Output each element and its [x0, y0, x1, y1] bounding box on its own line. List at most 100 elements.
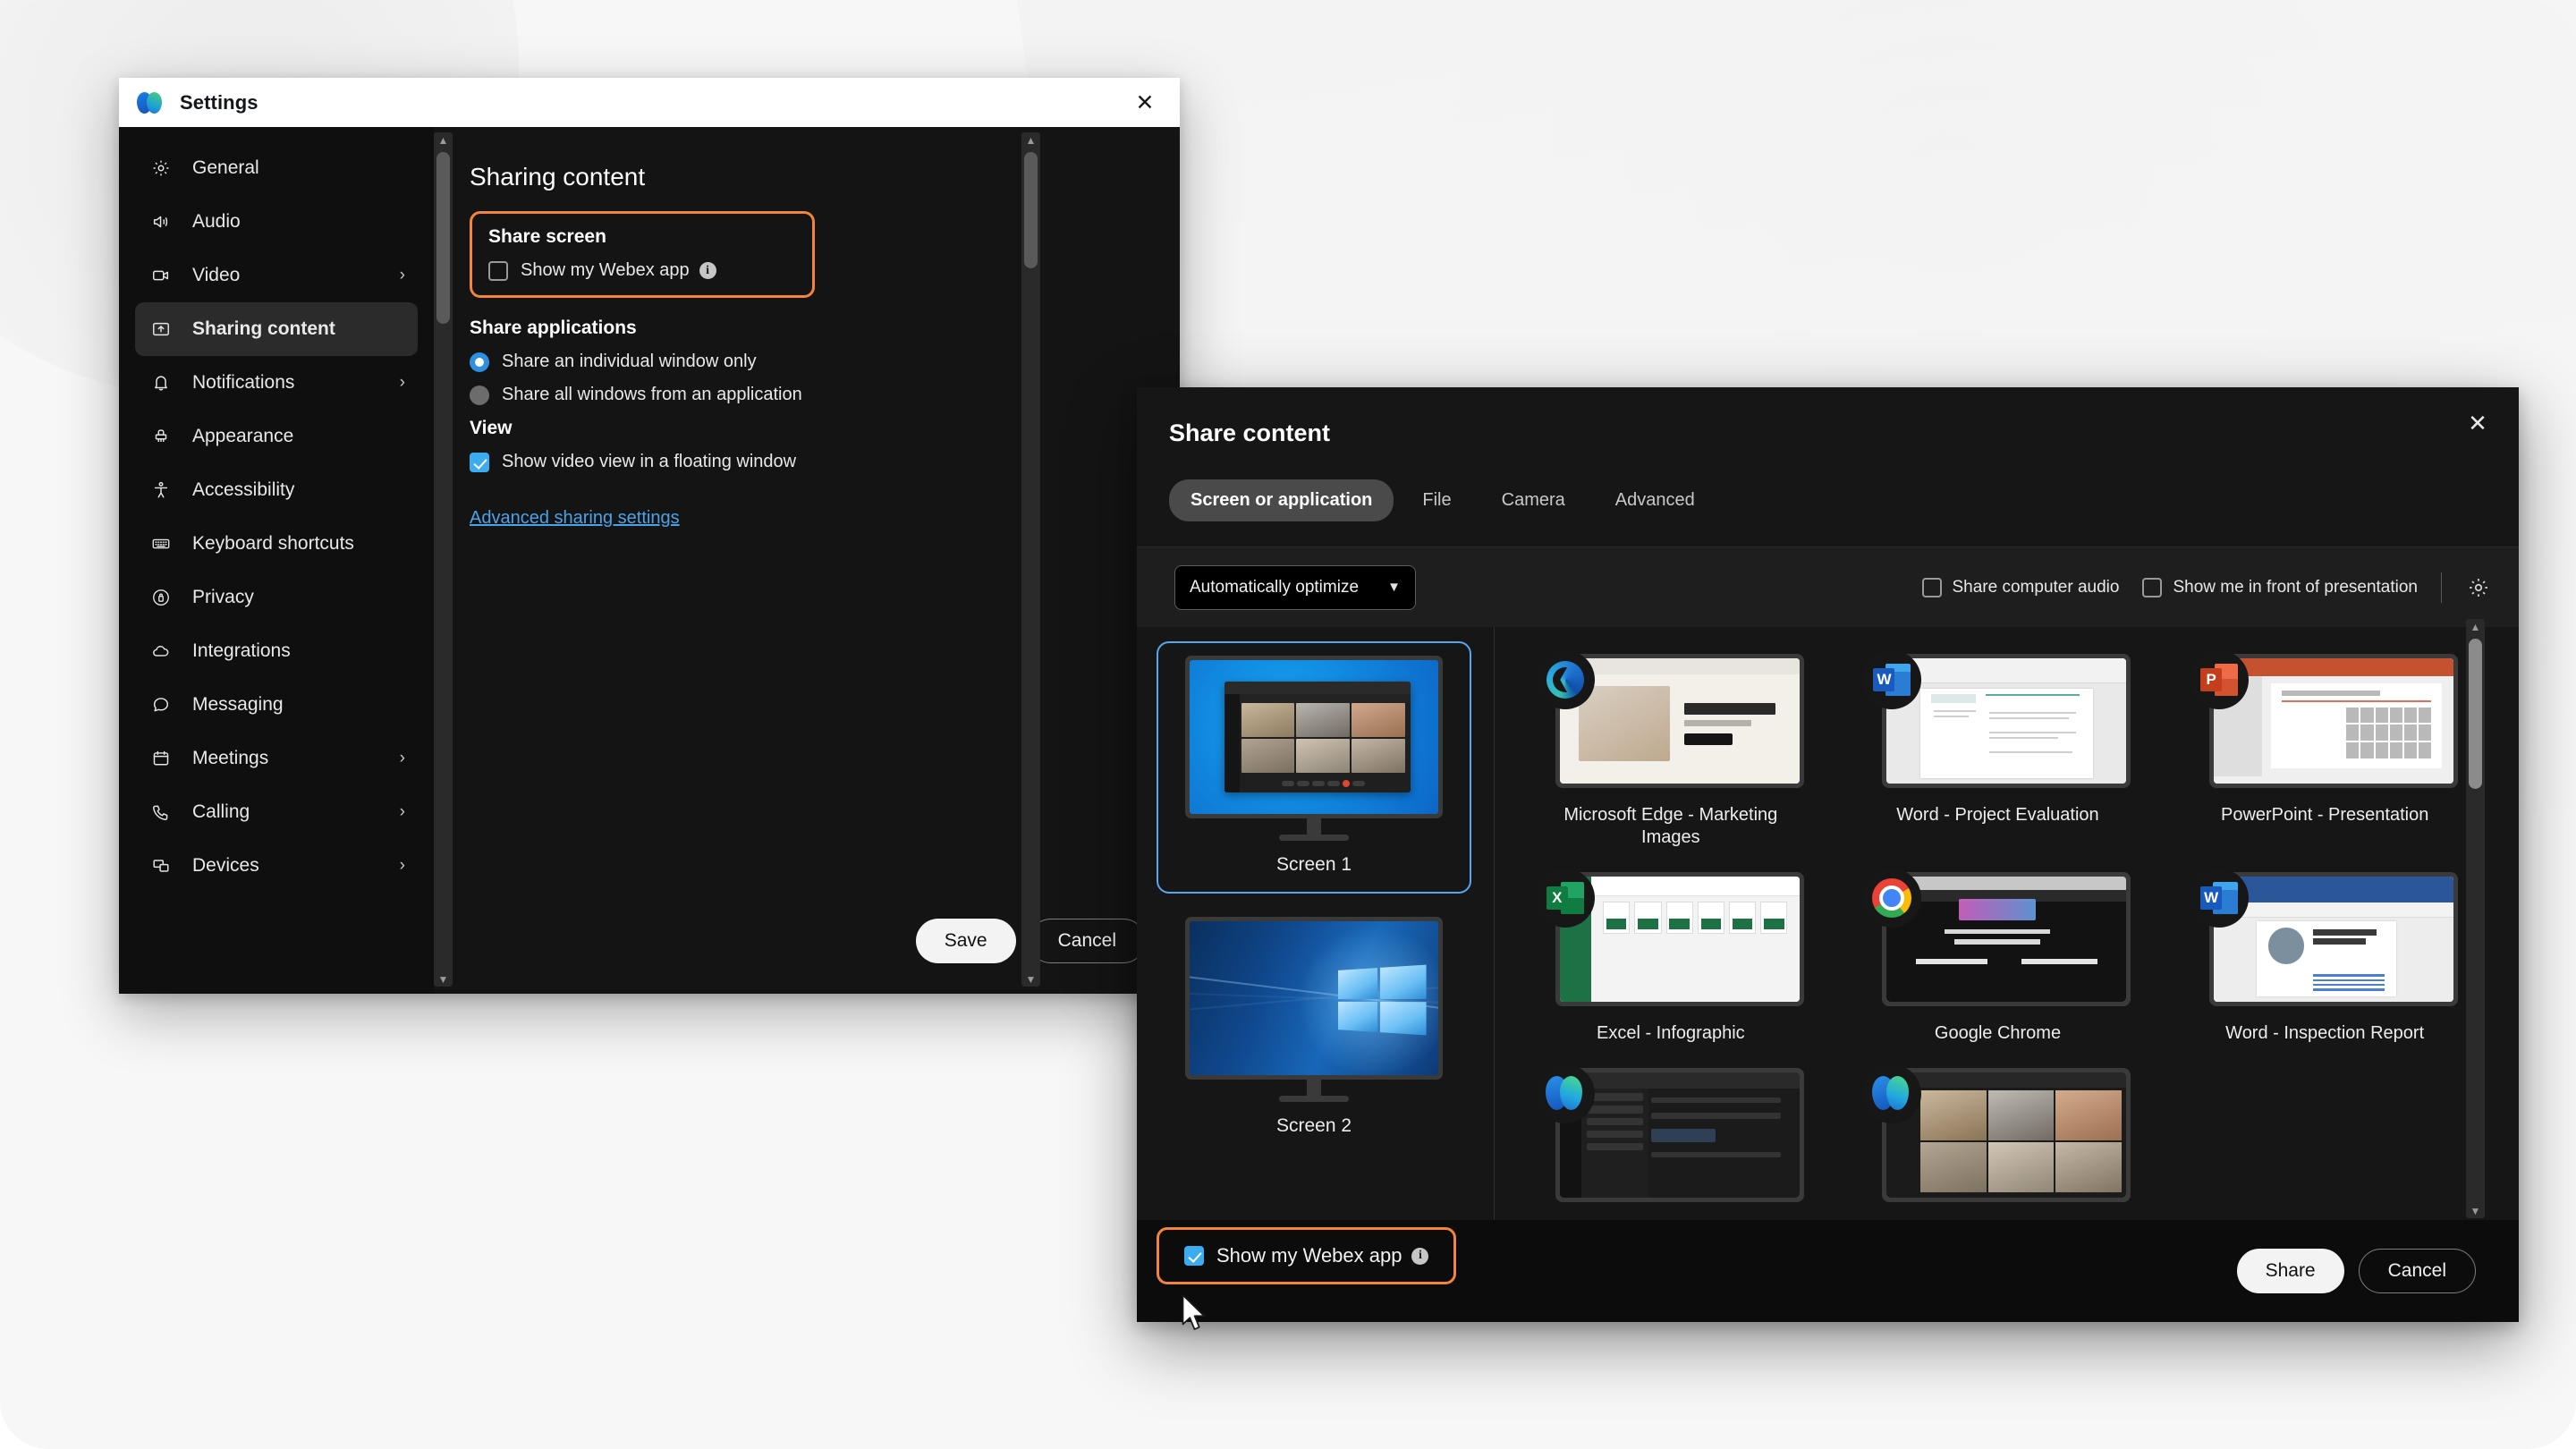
cancel-button[interactable]: Cancel	[2358, 1249, 2476, 1293]
radio-share-all-windows[interactable]: Share all windows from an application	[470, 385, 1180, 405]
paintbrush-icon	[148, 427, 174, 446]
share-computer-audio-checkbox[interactable]	[1921, 577, 1942, 597]
scrollbar-thumb[interactable]	[436, 152, 450, 324]
sidebar-item-label: General	[192, 157, 259, 178]
share-button[interactable]: Share	[2236, 1249, 2344, 1293]
show-my-webex-app-highlight-box: Show my Webex app i	[1157, 1227, 1457, 1284]
chevron-right-icon: ›	[399, 749, 405, 767]
show-my-webex-app-checkbox[interactable]	[1184, 1246, 1204, 1266]
app-option-label: PowerPoint - Presentation	[2220, 805, 2429, 825]
screen-option-1[interactable]: Screen 1	[1157, 641, 1471, 894]
sidebar-item-appearance[interactable]: Appearance	[135, 410, 418, 463]
gear-icon[interactable]	[2465, 574, 2492, 601]
word-icon: W	[2190, 869, 2250, 928]
floating-window-checkbox-row[interactable]: Show video view in a floating window	[470, 452, 1180, 472]
app-option-webex-messaging[interactable]	[1518, 1054, 1824, 1220]
show-my-webex-app-checkbox[interactable]	[488, 260, 508, 281]
show-my-webex-app-label: Show my Webex app	[521, 260, 690, 280]
sidebar-item-audio[interactable]: Audio	[135, 195, 418, 249]
scroll-down-icon[interactable]: ▼	[1021, 971, 1040, 987]
show-me-in-front-checkbox[interactable]	[2142, 577, 2163, 597]
applications-grid: Microsoft Edge - Marketing Images W Word…	[1518, 640, 2478, 1220]
accessibility-icon	[148, 480, 174, 500]
page-title: Sharing content	[470, 163, 646, 191]
view-group: View Show video view in a floating windo…	[470, 418, 1180, 472]
chevron-right-icon: ›	[399, 802, 405, 821]
screen-2-thumbnail	[1190, 921, 1438, 1075]
sidebar-item-notifications[interactable]: Notifications ›	[135, 356, 418, 410]
share-computer-audio-checkbox-row[interactable]: Share computer audio	[1921, 577, 2119, 597]
sidebar-item-label: Audio	[192, 211, 241, 232]
app-option-word-project-evaluation[interactable]: W Word - Project Evaluation	[1845, 640, 2151, 858]
share-icon	[148, 319, 174, 339]
sidebar-item-label: Notifications	[192, 372, 295, 393]
settings-sidebar: General Audio Video › Sharing content No…	[119, 127, 434, 994]
radio-share-all-windows-control[interactable]	[470, 385, 489, 405]
sidebar-item-messaging[interactable]: Messaging	[135, 678, 418, 732]
app-option-google-chrome[interactable]: Google Chrome	[1845, 858, 2151, 1054]
screen-option-2[interactable]: Screen 2	[1157, 902, 1471, 1155]
info-icon[interactable]: i	[699, 262, 716, 279]
scroll-down-icon[interactable]: ▼	[434, 971, 453, 987]
chat-icon	[148, 695, 174, 715]
chevron-down-icon: ▼	[1387, 580, 1401, 595]
sidebar-item-meetings[interactable]: Meetings ›	[135, 732, 418, 785]
optimize-select-value: Automatically optimize	[1190, 577, 1360, 597]
share-dialog-header: Share content ✕ Screen or application Fi…	[1137, 387, 2519, 547]
radio-share-individual-window[interactable]: Share an individual window only	[470, 352, 1180, 372]
tab-screen-or-application[interactable]: Screen or application	[1169, 479, 1394, 521]
scroll-up-icon[interactable]: ▲	[1021, 132, 1040, 148]
info-icon[interactable]: i	[1411, 1247, 1429, 1265]
tab-advanced[interactable]: Advanced	[1594, 479, 1716, 521]
chevron-right-icon: ›	[399, 373, 405, 392]
scrollbar-thumb[interactable]	[1024, 152, 1038, 268]
scrollbar-thumb[interactable]	[2469, 639, 2482, 789]
show-me-in-front-label: Show me in front of presentation	[2173, 577, 2418, 597]
devices-icon	[148, 856, 174, 876]
sidebar-item-privacy[interactable]: Privacy	[135, 571, 418, 624]
sidebar-item-calling[interactable]: Calling ›	[135, 785, 418, 839]
scroll-up-icon[interactable]: ▲	[434, 132, 453, 148]
sidebar-item-keyboard-shortcuts[interactable]: Keyboard shortcuts	[135, 517, 418, 571]
applications-grid-scrollbar[interactable]: ▲ ▼	[2466, 619, 2485, 1218]
scroll-down-icon[interactable]: ▼	[2466, 1203, 2485, 1218]
save-button[interactable]: Save	[915, 919, 1016, 963]
scroll-up-icon[interactable]: ▲	[2466, 619, 2485, 634]
close-icon[interactable]: ✕	[2462, 407, 2494, 439]
tab-camera[interactable]: Camera	[1480, 479, 1587, 521]
settings-sidebar-scrollbar[interactable]: ▲ ▼	[434, 132, 453, 987]
view-label: View	[470, 418, 513, 438]
share-dialog-tabs: Screen or application File Camera Advanc…	[1169, 479, 2519, 521]
app-option-webex-meeting[interactable]	[1845, 1054, 2151, 1220]
floating-window-checkbox[interactable]	[470, 452, 489, 472]
sidebar-item-integrations[interactable]: Integrations	[135, 624, 418, 678]
sidebar-item-video[interactable]: Video ›	[135, 249, 418, 302]
app-option-excel-infographic[interactable]: X Excel - Infographic	[1518, 858, 1824, 1054]
toolbar-right-group: Share computer audio Show me in front of…	[1921, 572, 2493, 603]
optimize-select[interactable]: Automatically optimize ▼	[1174, 564, 1416, 610]
close-icon[interactable]: ✕	[1130, 89, 1160, 117]
sidebar-item-sharing-content[interactable]: Sharing content	[135, 302, 418, 356]
show-me-in-front-checkbox-row[interactable]: Show me in front of presentation	[2142, 577, 2418, 597]
advanced-sharing-settings-link[interactable]: Advanced sharing settings	[470, 508, 680, 529]
app-option-powerpoint-presentation[interactable]: P PowerPoint - Presentation	[2172, 640, 2478, 858]
radio-label: Share an individual window only	[502, 352, 757, 371]
app-option-word-inspection-report[interactable]: W Word - Inspection Report	[2172, 858, 2478, 1054]
radio-share-individual-window-control[interactable]	[470, 352, 489, 372]
app-thumbnail	[2214, 658, 2454, 784]
cancel-button[interactable]: Cancel	[1028, 919, 1146, 963]
settings-content-panel: Sharing content Share screen Show my Web…	[434, 127, 1180, 994]
cloud-icon	[148, 641, 174, 661]
app-thumbnail	[1886, 877, 2127, 1002]
app-option-label: Microsoft Edge - Marketing Images	[1563, 805, 1778, 847]
show-my-webex-app-checkbox-row[interactable]: Show my Webex app i	[488, 260, 796, 281]
tab-file[interactable]: File	[1401, 479, 1472, 521]
screenshot-stage: Settings ✕ General Audio Video › Sharing…	[0, 0, 2576, 1449]
screen-1-thumbnail	[1190, 660, 1438, 814]
sidebar-item-accessibility[interactable]: Accessibility	[135, 463, 418, 517]
app-thumbnail	[1886, 1072, 2127, 1198]
sidebar-item-general[interactable]: General	[135, 141, 418, 195]
settings-content-scrollbar[interactable]: ▲ ▼	[1021, 132, 1040, 987]
app-option-edge[interactable]: Microsoft Edge - Marketing Images	[1518, 640, 1824, 858]
sidebar-item-devices[interactable]: Devices ›	[135, 839, 418, 893]
